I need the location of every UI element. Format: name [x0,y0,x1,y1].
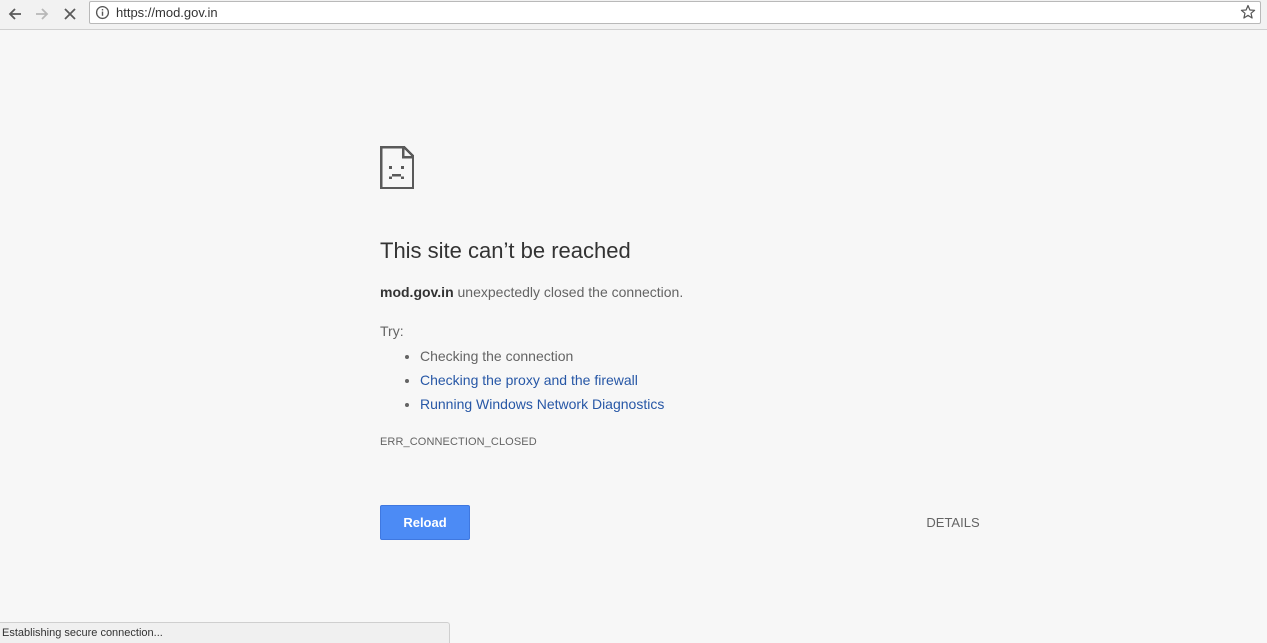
url-text[interactable]: https://mod.gov.in [116,5,218,21]
browser-toolbar: https://mod.gov.in [0,0,1267,30]
suggestion-item: Checking the connection [420,344,664,368]
suggestion-item: Checking the proxy and the firewall [420,368,664,392]
error-host: mod.gov.in [380,284,454,300]
suggestion-check-connection: Checking the connection [420,348,574,364]
error-code: ERR_CONNECTION_CLOSED [380,436,537,448]
error-summary: mod.gov.in unexpectedly closed the conne… [380,284,683,300]
status-bubble: Establishing secure connection... [0,622,450,643]
arrow-right-icon [36,8,49,20]
sad-page-icon [380,146,414,189]
close-icon [64,8,76,20]
suggestion-network-diagnostics-link[interactable]: Running Windows Network Diagnostics [420,396,664,412]
arrow-left-icon [8,8,21,20]
suggestions-list: Checking the connection Checking the pro… [380,344,664,416]
suggestion-check-proxy-link[interactable]: Checking the proxy and the firewall [420,372,638,388]
info-icon[interactable] [95,5,110,20]
reload-button[interactable]: Reload [380,505,470,540]
details-button[interactable]: DETAILS [910,508,996,536]
try-label: Try: [380,323,404,339]
error-summary-text: unexpectedly closed the connection. [453,284,684,300]
forward-button[interactable] [30,3,54,25]
error-title: This site can’t be reached [380,238,631,263]
address-bar[interactable]: https://mod.gov.in [89,1,1261,24]
suggestion-item: Running Windows Network Diagnostics [420,392,664,416]
star-icon[interactable] [1240,4,1256,20]
stop-loading-button[interactable] [58,3,82,25]
back-button[interactable] [3,3,27,25]
